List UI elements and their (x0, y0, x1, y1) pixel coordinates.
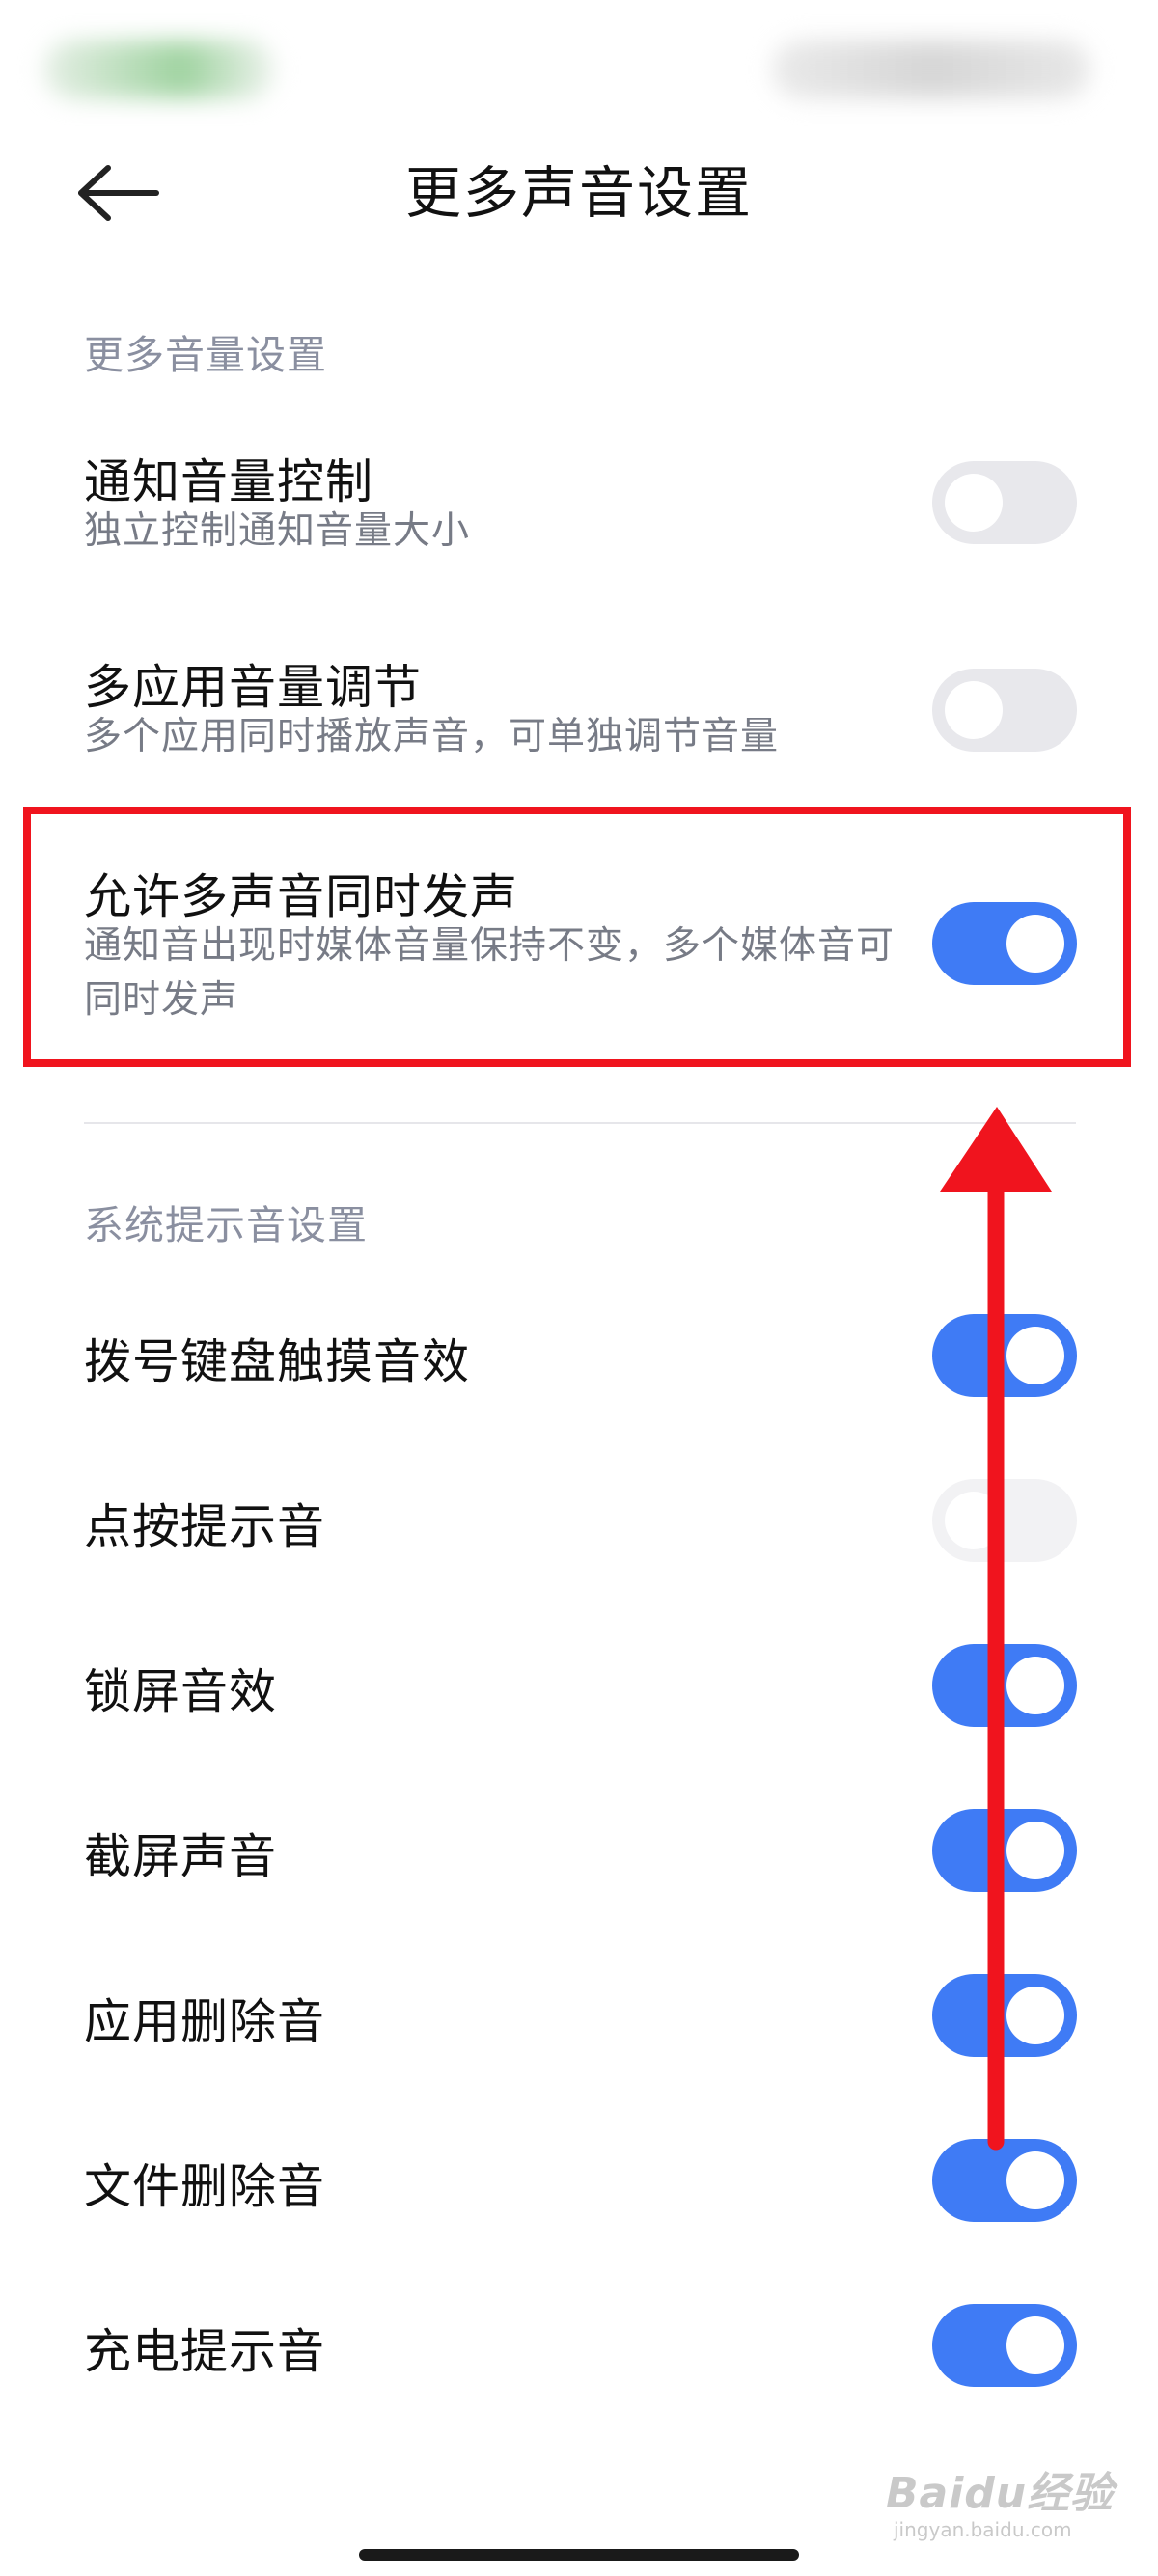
toggle-knob (1006, 1822, 1064, 1879)
setting-title: 允许多声音同时发声 (84, 869, 519, 924)
arrow-head (940, 1107, 1052, 1192)
setting-subtitle: 多个应用同时播放声音，可单独调节音量 (84, 715, 780, 758)
watermark-domain: jingyan.baidu.com (894, 2518, 1072, 2541)
toggle-knob (1006, 2316, 1064, 2374)
toggle-switch-charging-sound[interactable] (932, 2304, 1077, 2387)
setting-row-screenshot-sound[interactable]: 截屏声音 (0, 1788, 1158, 1913)
toggle-switch-lock-screen-sound[interactable] (932, 1644, 1077, 1727)
setting-subtitle: 独立控制通知音量大小 (84, 509, 471, 553)
arrow-left-icon (78, 165, 159, 221)
toggle-switch-multi-sound[interactable] (932, 902, 1077, 985)
toggle-knob (1006, 1327, 1064, 1384)
home-indicator[interactable] (359, 2549, 799, 2561)
toggle-knob (945, 681, 1003, 739)
setting-title: 截屏声音 (84, 1829, 278, 1884)
toggle-switch-file-delete-sound[interactable] (932, 2139, 1077, 2222)
setting-row-notification-volume[interactable]: 通知音量控制 独立控制通知音量大小 (0, 434, 1158, 579)
setting-row-multi-sound[interactable]: 允许多声音同时发声 通知音出现时媒体音量保持不变，多个媒体音可同时发声 (0, 849, 1158, 1052)
toggle-switch-multi-app-volume[interactable] (932, 669, 1077, 752)
setting-title: 锁屏音效 (84, 1664, 278, 1719)
setting-title: 通知音量控制 (84, 454, 374, 509)
setting-title: 充电提示音 (84, 2324, 326, 2379)
setting-row-lock-screen-sound[interactable]: 锁屏音效 (0, 1623, 1158, 1748)
toggle-knob (1006, 1657, 1064, 1714)
app-header: 更多声音设置 (0, 145, 1158, 241)
toggle-switch-tap-sound[interactable] (932, 1479, 1077, 1562)
watermark-logo: Baidu经验 jingyan.baidu.com (886, 2458, 1113, 2545)
toggle-switch-app-delete-sound[interactable] (932, 1974, 1077, 2057)
back-button[interactable] (75, 164, 162, 222)
watermark-brand: Baidu经验 (886, 2469, 1115, 2518)
setting-row-multi-app-volume[interactable]: 多应用音量调节 多个应用同时播放声音，可单独调节音量 (0, 640, 1158, 784)
setting-row-file-delete-sound[interactable]: 文件删除音 (0, 2118, 1158, 2243)
section-divider (84, 1122, 1076, 1124)
setting-title: 拨号键盘触摸音效 (84, 1334, 471, 1389)
toggle-knob (1006, 915, 1064, 973)
setting-title: 多应用音量调节 (84, 660, 423, 715)
toggle-knob (1006, 1987, 1064, 2044)
setting-row-charging-sound[interactable]: 充电提示音 (0, 2283, 1158, 2408)
page-title: 更多声音设置 (404, 160, 753, 226)
setting-subtitle: 通知音出现时媒体音量保持不变，多个媒体音可同时发声 (84, 924, 896, 1022)
setting-title: 点按提示音 (84, 1499, 326, 1554)
setting-row-dialpad-touch-sound[interactable]: 拨号键盘触摸音效 (0, 1293, 1158, 1418)
toggle-knob (1006, 2151, 1064, 2209)
toggle-switch-notification-volume[interactable] (932, 461, 1077, 544)
toggle-knob (945, 474, 1003, 532)
setting-row-app-delete-sound[interactable]: 应用删除音 (0, 1953, 1158, 2078)
section-header-volume: 更多音量设置 (84, 332, 327, 378)
toggle-switch-screenshot-sound[interactable] (932, 1809, 1077, 1892)
setting-title: 应用删除音 (84, 1994, 326, 2049)
status-bar-left-blurred (43, 41, 275, 98)
status-bar-right-blurred (772, 41, 1090, 98)
setting-title: 文件删除音 (84, 2159, 326, 2214)
section-header-system-sounds: 系统提示音设置 (84, 1202, 368, 1248)
toggle-knob (945, 1492, 1003, 1549)
setting-row-tap-sound[interactable]: 点按提示音 (0, 1458, 1158, 1583)
toggle-switch-dialpad-touch-sound[interactable] (932, 1314, 1077, 1397)
